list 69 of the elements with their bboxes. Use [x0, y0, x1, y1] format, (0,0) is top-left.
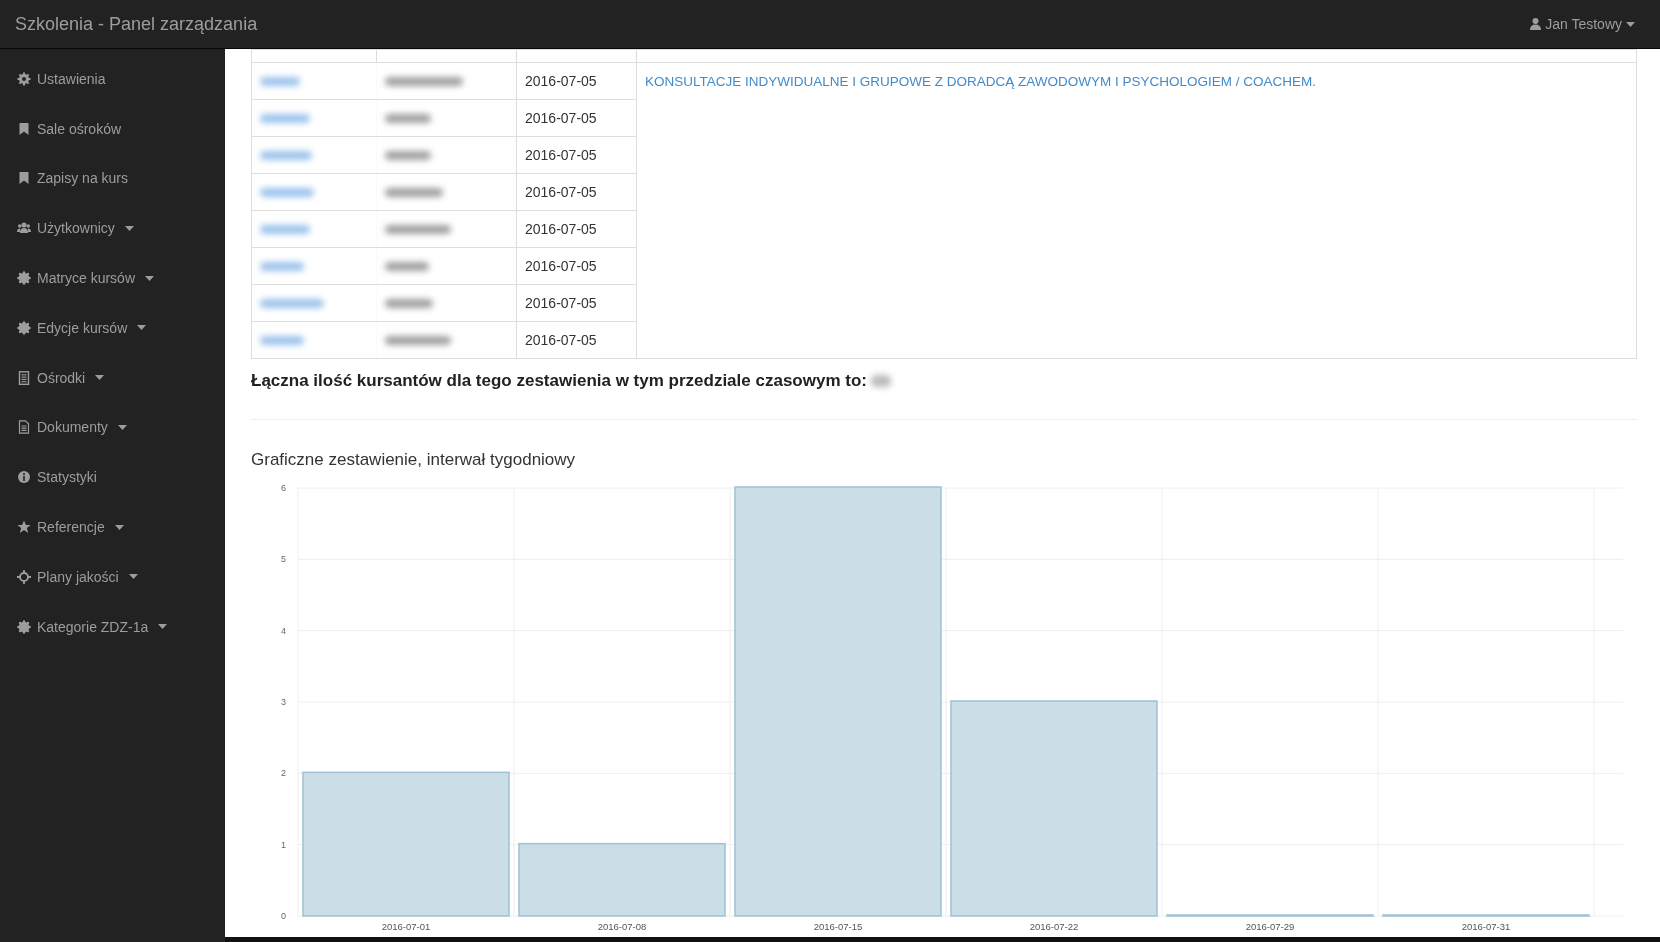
y-tick-label: 1 [281, 839, 286, 850]
caret-icon [1626, 21, 1635, 27]
bookmark-icon [17, 121, 31, 136]
sidebar-item[interactable]: Matryce kursów [0, 253, 225, 303]
brand-title[interactable]: Szkolenia - Panel zarządzania [15, 13, 258, 35]
sidebar-item[interactable]: Zapisy na kurs [0, 153, 225, 204]
bookmark-icon [17, 171, 31, 186]
redacted-name [385, 187, 443, 197]
x-tick-label: 2016-07-15 [813, 921, 863, 932]
users-icon [17, 221, 31, 236]
redacted-count [870, 375, 891, 387]
redacted-name [260, 224, 310, 234]
sidebar-item[interactable]: Plany jakości [0, 551, 225, 602]
redacted-name [385, 298, 433, 308]
x-tick-label: 2016-07-22 [1029, 921, 1079, 932]
redacted-name [260, 76, 300, 86]
y-tick-label: 5 [281, 554, 286, 565]
x-tick-label: 2016-07-08 [597, 921, 647, 932]
x-tick-label: 2016-07-31 [1461, 921, 1511, 932]
y-tick-label: 0 [281, 911, 286, 921]
redacted-name [385, 150, 431, 160]
cog-icon [17, 320, 31, 335]
date-cell: 2016-07-05 [516, 62, 637, 100]
redacted-name [260, 113, 310, 123]
star-icon [17, 520, 31, 535]
user-icon [1530, 18, 1542, 30]
redacted-name [260, 298, 324, 308]
sidebar-item[interactable]: Ustawienia [0, 54, 225, 104]
redacted-name [385, 261, 429, 271]
sidebar-item[interactable]: Referencje [0, 502, 225, 552]
redacted-name [385, 113, 431, 123]
caret-icon [158, 624, 168, 630]
redacted-name [260, 150, 312, 160]
chart-title: Graficzne zestawienie, interwał tygodniowy [251, 450, 577, 470]
sidebar-item[interactable]: Ośrodki [0, 352, 225, 403]
x-tick-label: 2016-07-01 [381, 921, 431, 932]
caret-icon [124, 225, 134, 231]
sidebar-item[interactable]: Kategorie ZDZ-1a [0, 601, 225, 652]
caret-icon [114, 524, 124, 530]
y-tick-label: 2 [281, 768, 286, 779]
x-tick-label: 2016-07-29 [1245, 921, 1295, 932]
redacted-name [260, 187, 314, 197]
info-icon [17, 470, 31, 485]
caret-icon [117, 424, 127, 430]
summary-text: Łączna ilość kursantów dla tego zestawienia w tym przedziale czasowym to: [251, 371, 867, 391]
sidebar-item[interactable]: Sale ośroków [0, 103, 225, 154]
building-icon [17, 370, 31, 385]
course-link[interactable]: KONSULTACJE INDYWIDUALNE I GRUPOWE Z DORADCĄ ZAWODOWYM I PSYCHOLOGIEM / COACHEM. [645, 74, 1317, 89]
sidebar-item[interactable]: Użytkownicy [0, 203, 225, 254]
sidebar-item[interactable]: Edycje kursów [0, 303, 225, 353]
sidebar-item[interactable]: Statystyki [0, 452, 225, 503]
caret-icon [145, 275, 155, 281]
caret-icon [95, 375, 105, 381]
y-tick-label: 6 [281, 483, 286, 493]
file-icon [17, 420, 31, 435]
redacted-name [260, 261, 304, 271]
crosshair-icon [17, 569, 31, 584]
sidebar-item[interactable]: Dokumenty [0, 402, 225, 453]
redacted-name [260, 335, 304, 345]
redacted-name [385, 335, 451, 345]
user-menu[interactable]: Jan Testowy [1524, 15, 1641, 33]
caret-icon [128, 574, 138, 580]
cog-icon [17, 619, 31, 634]
gear-icon [17, 71, 31, 86]
redacted-name [385, 224, 451, 234]
caret-icon [137, 325, 147, 331]
y-tick-label: 4 [281, 625, 286, 636]
cog-icon [17, 271, 31, 286]
y-tick-label: 3 [281, 697, 286, 707]
